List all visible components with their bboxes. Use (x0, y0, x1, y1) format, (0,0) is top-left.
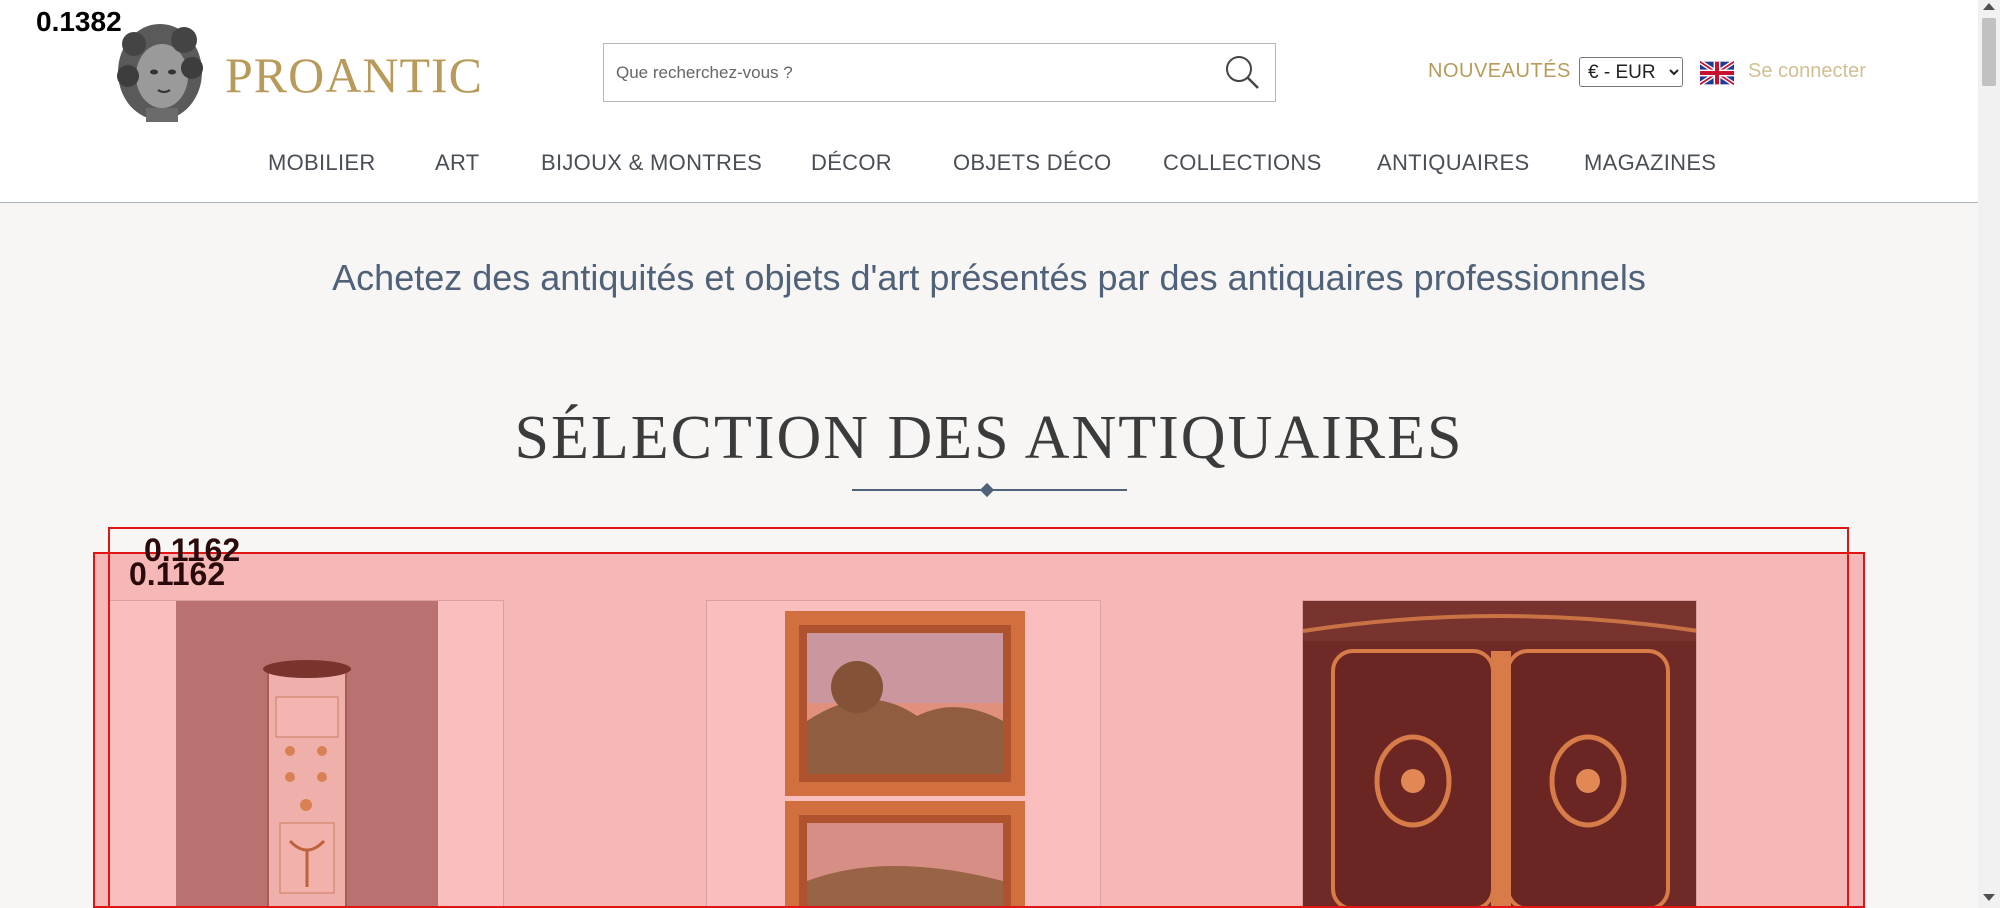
nav-item-antiquaires[interactable]: ANTIQUAIRES (1377, 150, 1529, 176)
currency-select[interactable]: € - EUR (1579, 57, 1683, 87)
nav-item-mobilier[interactable]: MOBILIER (268, 150, 376, 176)
scroll-down-icon[interactable] (1983, 894, 1995, 901)
tagline: Achetez des antiquités et objets d'art p… (332, 257, 1646, 298)
nav-item-decor[interactable]: DÉCOR (811, 150, 892, 176)
annotation-label: 0.1162 (129, 556, 226, 592)
nav-item-magazines[interactable]: MAGAZINES (1584, 150, 1716, 176)
nav-item-art[interactable]: ART (435, 150, 480, 176)
nav-item-objets-deco[interactable]: OBJETS DÉCO (953, 150, 1112, 176)
search-box (603, 43, 1276, 102)
uk-flag-icon[interactable] (1700, 61, 1734, 85)
title-diamond-icon (979, 482, 995, 498)
nouveautes-link[interactable]: NOUVEAUTÉS (1428, 60, 1571, 83)
search-input[interactable] (616, 56, 1196, 90)
annotation-corner-label: 0.1382 (36, 6, 122, 37)
annotation-box (108, 527, 1849, 908)
site-header: PROANTIC NOUVEAUTÉS € - EUR Se connecter… (0, 0, 1978, 203)
scroll-thumb[interactable] (1982, 18, 1996, 86)
search-icon[interactable] (1222, 52, 1262, 92)
logo-text[interactable]: PROANTIC (225, 46, 483, 104)
login-link[interactable]: Se connecter (1748, 60, 1866, 83)
nav-item-bijoux-montres[interactable]: BIJOUX & MONTRES (541, 150, 762, 176)
scroll-up-icon[interactable] (1983, 3, 1995, 10)
nav-item-collections[interactable]: COLLECTIONS (1163, 150, 1322, 176)
section-title: SÉLECTION DES ANTIQUAIRES (514, 404, 1464, 472)
main-nav: MOBILIER ART BIJOUX & MONTRES DÉCOR OBJE… (0, 150, 1978, 180)
page-scrollbar[interactable] (1978, 0, 2000, 908)
logo-bust-icon[interactable] (112, 20, 208, 124)
